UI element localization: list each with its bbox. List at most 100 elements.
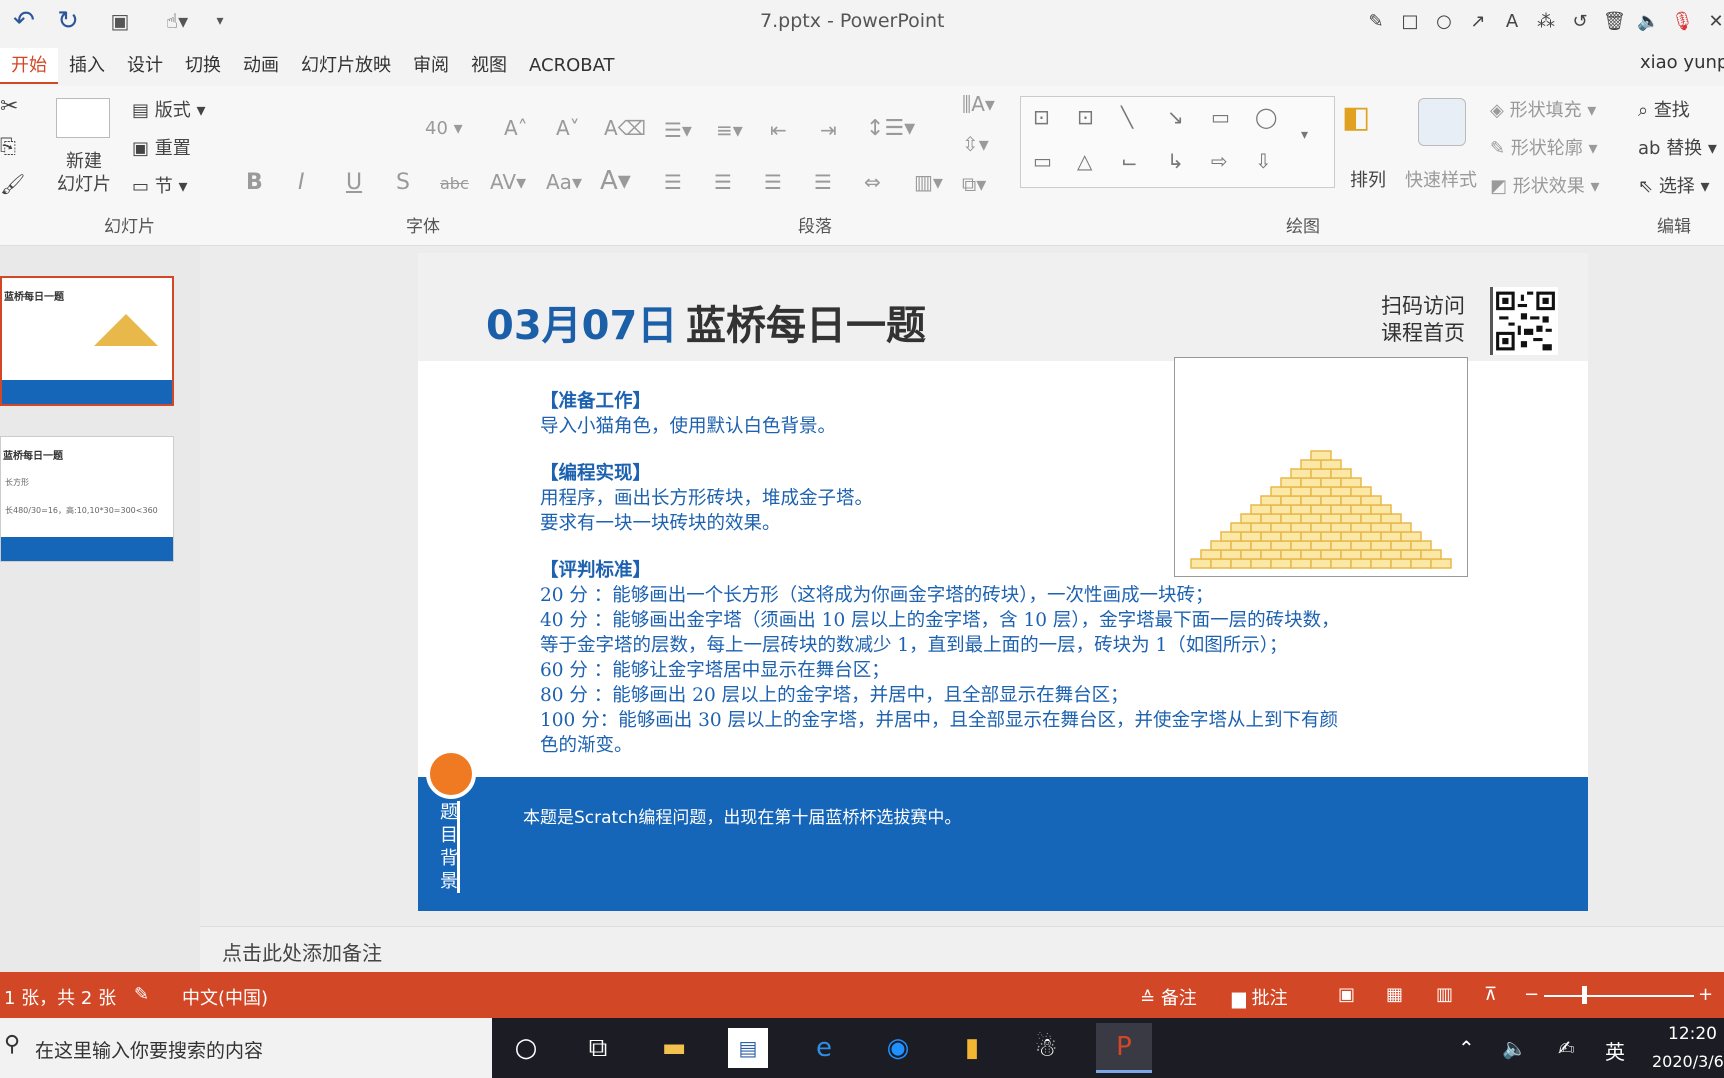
shape-fill-button[interactable]: ◈ 形状填充 ▾ bbox=[1490, 96, 1596, 122]
zoom-slider-thumb[interactable] bbox=[1582, 986, 1587, 1004]
pen-workspace-icon[interactable]: ✍ bbox=[1558, 1036, 1575, 1060]
underline-icon[interactable]: U bbox=[346, 170, 362, 195]
language-indicator[interactable]: 中文(中国) bbox=[182, 984, 268, 1010]
classroom-app-icon[interactable]: ▤ bbox=[728, 1028, 768, 1068]
tab-design[interactable]: 设计 bbox=[116, 48, 174, 84]
columns-icon[interactable]: ▥▾ bbox=[914, 170, 943, 194]
format-painter-icon[interactable]: 🖌 bbox=[0, 172, 25, 196]
triangle-shape-icon[interactable]: △ bbox=[1077, 149, 1092, 173]
gallery-more-icon[interactable]: ▾ bbox=[1301, 127, 1308, 143]
powerpoint-taskbar-icon[interactable]: P bbox=[1096, 1023, 1152, 1073]
elbow-connector-shape-icon[interactable]: ⌙ bbox=[1121, 149, 1138, 173]
oval-shape-icon[interactable]: ◯ bbox=[1255, 105, 1277, 129]
align-center-icon[interactable]: ☰ bbox=[714, 170, 732, 194]
shadow-icon[interactable]: S bbox=[396, 170, 410, 195]
cortana-icon[interactable]: ○ bbox=[506, 1028, 546, 1068]
slide-sorter-view-icon[interactable]: ▦ bbox=[1386, 984, 1403, 1005]
vertical-textbox-shape-icon[interactable]: ⊡ bbox=[1077, 105, 1094, 129]
pen-icon[interactable]: ✎ bbox=[1365, 11, 1387, 32]
find-button[interactable]: ⌕ 查找 bbox=[1638, 96, 1690, 122]
trash-icon[interactable]: 🗑 bbox=[1603, 11, 1626, 32]
new-slide-icon[interactable] bbox=[56, 98, 110, 138]
smartart-icon[interactable]: ⧉▾ bbox=[962, 172, 986, 196]
decrease-indent-icon[interactable]: ⇤ bbox=[770, 118, 787, 142]
edge-browser-icon[interactable]: e bbox=[804, 1028, 844, 1068]
line-spacing-icon[interactable]: ↕☰▾ bbox=[866, 116, 915, 141]
elbow-arrow-shape-icon[interactable]: ↳ bbox=[1167, 149, 1184, 173]
increase-indent-icon[interactable]: ⇥ bbox=[820, 118, 837, 142]
touch-mode-icon[interactable]: ☝▾ bbox=[155, 6, 199, 36]
italic-icon[interactable]: I bbox=[298, 170, 305, 195]
microphone-off-icon[interactable]: 🎙 bbox=[1671, 11, 1694, 32]
undo-icon[interactable]: ↶ bbox=[8, 6, 40, 36]
reset-button[interactable]: ▣ 重置 bbox=[132, 134, 191, 160]
arrange-button[interactable]: 排列 bbox=[1350, 166, 1386, 192]
down-arrow-shape-icon[interactable]: ⇩ bbox=[1255, 149, 1272, 173]
tab-slideshow[interactable]: 幻灯片放映 bbox=[290, 48, 402, 84]
cut-icon[interactable]: ✂ bbox=[0, 94, 18, 119]
text-direction-icon[interactable]: ⫼A▾ bbox=[962, 92, 995, 116]
tab-view[interactable]: 视图 bbox=[460, 48, 518, 84]
slide-thumbnail-2[interactable]: 蓝桥每日一题 长方形 长480/30=16，高:10,10*30=300<360 bbox=[0, 436, 174, 562]
text-tool-icon[interactable]: A bbox=[1501, 11, 1523, 32]
clear-format-icon[interactable]: A⌫ bbox=[604, 116, 646, 140]
notes-placeholder[interactable]: 点击此处添加备注 bbox=[222, 937, 382, 966]
speaker-icon[interactable]: 🔈 bbox=[1637, 11, 1659, 32]
notes-app-icon[interactable]: ▮ bbox=[952, 1028, 992, 1068]
slide-thumbnail-1[interactable]: 蓝桥每日一题 bbox=[0, 276, 174, 406]
bold-icon[interactable]: B bbox=[246, 170, 263, 195]
tab-animations[interactable]: 动画 bbox=[232, 48, 290, 84]
char-spacing-icon[interactable]: AV▾ bbox=[490, 170, 526, 194]
comments-toggle[interactable]: ▆ 批注 bbox=[1232, 984, 1288, 1010]
arrow-tool-icon[interactable]: ↗ bbox=[1467, 11, 1489, 32]
tab-home[interactable]: 开始 bbox=[0, 48, 58, 84]
numbering-icon[interactable]: ≡▾ bbox=[716, 118, 743, 142]
show-hidden-icons-icon[interactable]: ⌃ bbox=[1458, 1036, 1475, 1060]
start-slideshow-icon[interactable]: ▣ bbox=[100, 6, 140, 36]
rectangle-tool-icon[interactable]: □ bbox=[1399, 11, 1421, 32]
tab-transitions[interactable]: 切换 bbox=[174, 48, 232, 84]
rectangle-shape-icon[interactable]: ▭ bbox=[1211, 105, 1230, 129]
zoom-slider[interactable] bbox=[1544, 995, 1694, 997]
tab-review[interactable]: 审阅 bbox=[402, 48, 460, 84]
browser-app-icon[interactable]: ◉ bbox=[878, 1028, 918, 1068]
user-name[interactable]: xiao yunp bbox=[1640, 52, 1724, 73]
zoom-out-icon[interactable]: − bbox=[1524, 984, 1539, 1005]
textbox-shape-icon[interactable]: ⊡ bbox=[1033, 105, 1050, 129]
shrink-font-icon[interactable]: A˅ bbox=[556, 116, 580, 140]
quick-styles-button[interactable]: 快速样式 bbox=[1405, 166, 1477, 192]
notes-toggle[interactable]: ≙ 备注 bbox=[1140, 984, 1197, 1010]
rounded-rectangle-shape-icon[interactable]: ▭ bbox=[1033, 149, 1052, 173]
tab-insert[interactable]: 插入 bbox=[58, 48, 116, 84]
replace-button[interactable]: ab 替换 ▾ bbox=[1638, 134, 1717, 160]
notes-pane[interactable]: 点击此处添加备注 bbox=[200, 926, 1724, 972]
distributed-icon[interactable]: ⇔ bbox=[864, 170, 881, 194]
spellcheck-icon[interactable]: ✎ bbox=[134, 984, 149, 1005]
qq-icon[interactable]: ☃ bbox=[1026, 1028, 1066, 1068]
line-shape-icon[interactable]: ╲ bbox=[1121, 105, 1133, 129]
slideshow-view-icon[interactable]: ⊼ bbox=[1484, 984, 1497, 1005]
clock-time[interactable]: 12:20 bbox=[1668, 1024, 1717, 1044]
section-button[interactable]: ▭ 节 ▾ bbox=[132, 172, 188, 198]
file-explorer-icon[interactable]: ▬ bbox=[654, 1028, 694, 1068]
task-view-icon[interactable]: ⧉ bbox=[578, 1028, 618, 1068]
normal-view-icon[interactable]: ▣ bbox=[1338, 984, 1355, 1005]
copy-icon[interactable]: ⎘ bbox=[0, 134, 16, 158]
clock-date[interactable]: 2020/3/6 bbox=[1652, 1052, 1724, 1071]
justify-icon[interactable]: ☰ bbox=[814, 170, 832, 194]
volume-icon[interactable]: 🔈 bbox=[1502, 1036, 1527, 1060]
redo-icon[interactable]: ↻ bbox=[52, 6, 84, 36]
font-color-icon[interactable]: A▾ bbox=[600, 166, 631, 196]
right-arrow-shape-icon[interactable]: ⇨ bbox=[1211, 149, 1228, 173]
tab-acrobat[interactable]: ACROBAT bbox=[518, 48, 626, 84]
highlighter-icon[interactable]: ⁂ bbox=[1535, 11, 1557, 32]
align-text-icon[interactable]: ⇳▾ bbox=[962, 132, 989, 156]
zoom-in-icon[interactable]: + bbox=[1698, 984, 1713, 1005]
strikethrough-icon[interactable]: abc bbox=[440, 174, 469, 193]
shape-effects-button[interactable]: ◩ 形状效果 ▾ bbox=[1490, 172, 1600, 198]
close-icon[interactable]: ✕ bbox=[1705, 11, 1724, 32]
change-case-icon[interactable]: Aa▾ bbox=[546, 170, 582, 194]
slide[interactable]: 03月07日 蓝桥每日一题 扫码访问 课程首页 【准备工作】 导入小猫角色，使用… bbox=[418, 253, 1588, 911]
customize-toolbar-icon[interactable]: ▾ bbox=[210, 6, 230, 36]
select-button[interactable]: ⇖ 选择 ▾ bbox=[1638, 172, 1710, 198]
